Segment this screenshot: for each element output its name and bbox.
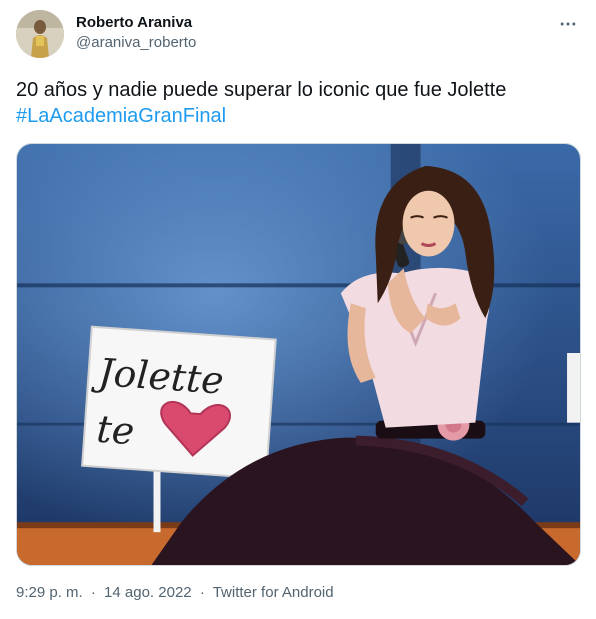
tweet-media-image[interactable]: Jolette te <box>16 143 581 566</box>
tweet-source-link[interactable]: Twitter for Android <box>213 584 334 601</box>
meta-separator: · <box>199 584 205 601</box>
author-handle[interactable]: @araniva_roberto <box>76 33 196 53</box>
hashtag-link[interactable]: #LaAcademiaGranFinal <box>16 103 581 129</box>
avatar-photo <box>16 10 64 58</box>
tweet-text: 20 años y nadie puede superar lo iconic … <box>16 77 581 129</box>
author-display-name[interactable]: Roberto Araniva <box>76 13 192 33</box>
more-horizontal-icon[interactable] <box>556 12 580 36</box>
sign-text-line2: te <box>95 407 136 453</box>
meta-separator: · <box>90 584 96 601</box>
tweet-time-link[interactable]: 9:29 p. m. <box>16 584 83 601</box>
tweet-meta: 9:29 p. m. · 14 ago. 2022 · Twitter for … <box>16 583 334 603</box>
sign-text-line1: Jolette <box>90 350 225 403</box>
tweet-date-link[interactable]: 14 ago. 2022 <box>104 584 192 601</box>
tweet-card: Roberto Araniva @araniva_roberto 20 años… <box>0 0 596 619</box>
media-photo: Jolette te <box>17 144 580 565</box>
avatar[interactable] <box>16 10 64 58</box>
tweet-body: 20 años y nadie puede superar lo iconic … <box>16 79 507 101</box>
